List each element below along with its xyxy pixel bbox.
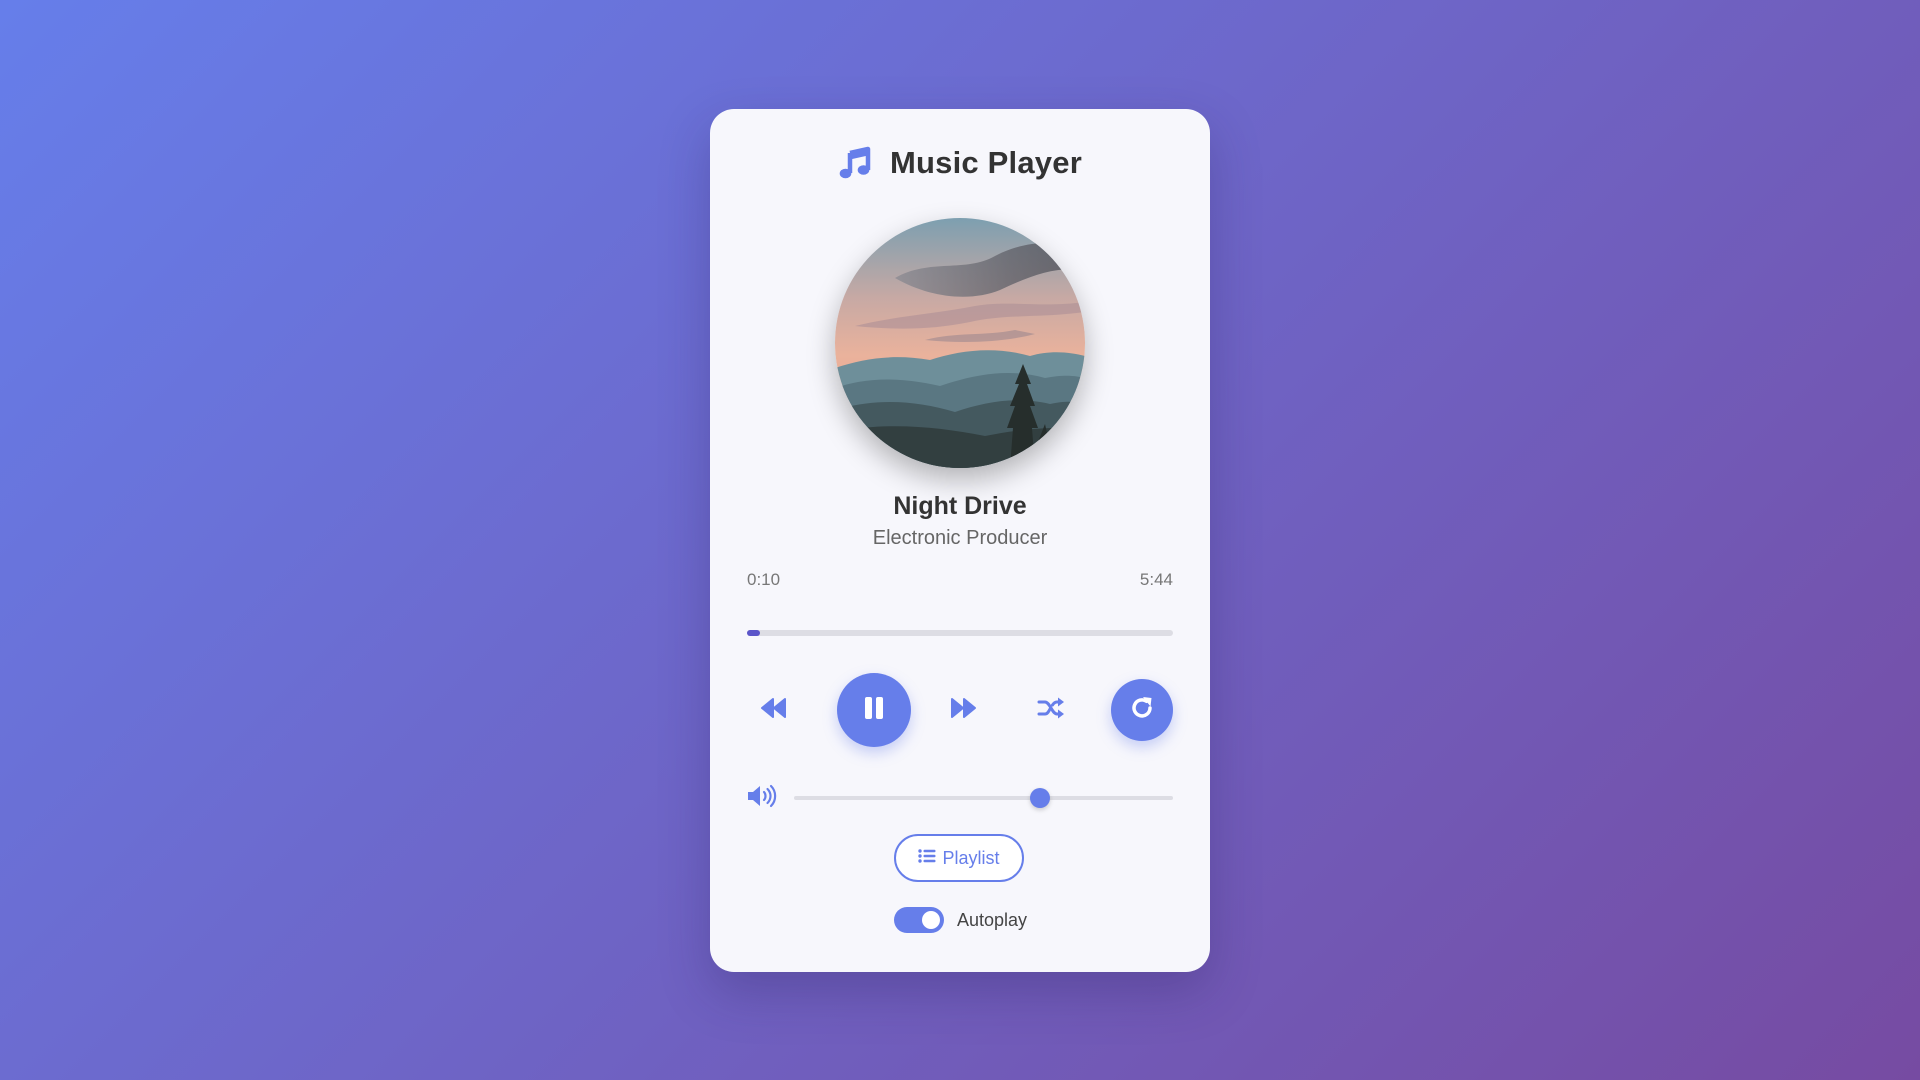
playlist-button-label: Playlist bbox=[942, 847, 1000, 868]
shuffle-button[interactable] bbox=[1029, 688, 1073, 732]
playlist-button[interactable]: Playlist bbox=[894, 834, 1024, 882]
pause-icon bbox=[863, 696, 885, 725]
repeat-button[interactable] bbox=[1111, 679, 1173, 741]
volume-high-icon[interactable] bbox=[747, 784, 777, 808]
autoplay-toggle[interactable] bbox=[894, 907, 944, 933]
fast-forward-icon bbox=[949, 697, 977, 724]
current-time: 0:10 bbox=[747, 570, 781, 589]
album-art bbox=[835, 218, 1085, 468]
shuffle-icon bbox=[1037, 696, 1065, 725]
fast-forward-button[interactable] bbox=[941, 688, 985, 732]
progress-fill bbox=[747, 630, 760, 636]
list-icon bbox=[918, 848, 936, 869]
volume-slider[interactable] bbox=[794, 788, 1173, 808]
volume-control bbox=[747, 782, 1173, 812]
autoplay-label: Autoplay bbox=[957, 909, 1028, 930]
music-note-icon bbox=[838, 146, 872, 180]
rewind-button[interactable] bbox=[752, 688, 796, 732]
artist-name: Electronic Producer bbox=[872, 527, 1048, 549]
page-title: Music Player bbox=[890, 145, 1082, 180]
volume-slider-thumb[interactable] bbox=[1030, 788, 1051, 808]
album-art-image bbox=[835, 218, 1085, 468]
repeat-icon bbox=[1129, 695, 1155, 726]
player-header: Music Player bbox=[710, 145, 1210, 181]
pause-button[interactable] bbox=[837, 673, 911, 747]
progress-bar[interactable] bbox=[747, 630, 1173, 636]
playback-controls bbox=[747, 673, 1173, 747]
total-time: 5:44 bbox=[1139, 570, 1173, 589]
song-title: Night Drive bbox=[893, 492, 1027, 520]
autoplay-setting: Autoplay bbox=[894, 907, 1027, 933]
music-player-card: Music Player Night Drive Electronic Prod… bbox=[710, 109, 1210, 972]
autoplay-toggle-knob bbox=[922, 911, 940, 929]
rewind-icon bbox=[760, 697, 788, 724]
